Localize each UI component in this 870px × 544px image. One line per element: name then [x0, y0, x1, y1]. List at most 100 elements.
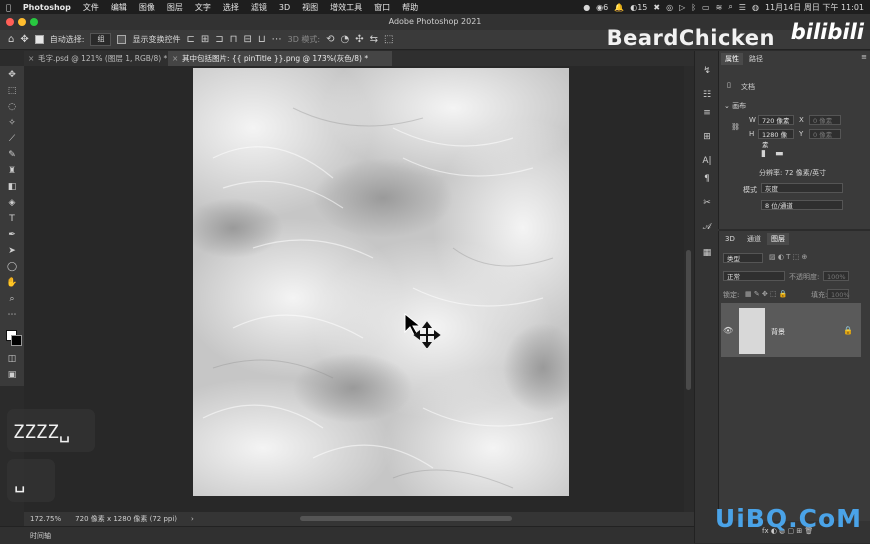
x-field[interactable]: 0 像素: [809, 115, 841, 125]
menu-select[interactable]: 选择: [217, 2, 245, 13]
lock-icon[interactable]: 🔒: [843, 326, 853, 335]
menu-help[interactable]: 帮助: [396, 2, 424, 13]
link-icon[interactable]: ⛓: [731, 123, 740, 131]
tab-properties[interactable]: 属性: [721, 53, 743, 65]
history-icon[interactable]: ↯: [700, 65, 714, 77]
layer-name[interactable]: 背景: [771, 327, 785, 337]
zoom-level[interactable]: 172.75%: [30, 515, 61, 523]
tools-icon[interactable]: ✂: [700, 197, 714, 209]
glyphs-icon[interactable]: 𝒜: [700, 221, 714, 233]
magic-wand-icon[interactable]: ✧: [4, 117, 20, 130]
pen-tool-icon[interactable]: ✒: [4, 229, 20, 242]
align-left-icon[interactable]: ⊏: [186, 34, 194, 45]
layer-filter-dropdown[interactable]: 类型: [723, 253, 763, 263]
menu-layer[interactable]: 图层: [161, 2, 189, 13]
document-info[interactable]: 720 像素 x 1280 像素 (72 ppi): [75, 514, 177, 524]
width-field[interactable]: 720 像素: [758, 115, 794, 125]
tab-3d[interactable]: 3D: [721, 233, 739, 245]
fill-field[interactable]: 100%: [827, 289, 850, 299]
menu-window[interactable]: 窗口: [368, 2, 396, 13]
play-icon[interactable]: ▷: [679, 3, 685, 12]
status-arrow-icon[interactable]: ›: [191, 515, 194, 523]
close-tab-icon[interactable]: ×: [172, 51, 178, 66]
align-center-icon[interactable]: ⊞: [201, 34, 209, 45]
status-indicator-2[interactable]: ◐15: [630, 3, 647, 12]
roll-icon[interactable]: ◔: [341, 34, 350, 45]
eye-icon[interactable]: 👁: [723, 326, 733, 335]
move-tool-icon[interactable]: ✥: [20, 34, 28, 45]
y-field[interactable]: 0 像素: [809, 129, 841, 139]
panel-menu-icon[interactable]: ≡: [861, 53, 867, 61]
stamp-tool-icon[interactable]: ♜: [4, 165, 20, 178]
status-indicator-1[interactable]: ◉6: [596, 3, 608, 12]
marquee-tool-icon[interactable]: ⬚: [4, 85, 20, 98]
align-right-icon[interactable]: ⊐: [215, 34, 223, 45]
lasso-tool-icon[interactable]: ◌: [4, 101, 20, 114]
zoom-tool-icon[interactable]: ⌕: [4, 293, 20, 306]
hand-tool-icon[interactable]: ✋: [4, 277, 20, 290]
paint-bucket-icon[interactable]: ◈: [4, 197, 20, 210]
align-bottom-icon[interactable]: ⊔: [258, 34, 266, 45]
pan-icon[interactable]: ✣: [355, 34, 363, 45]
auto-select-checkbox[interactable]: [34, 35, 44, 44]
canvas-section-header[interactable]: ⌄ 画布: [724, 101, 746, 111]
close-tab-icon[interactable]: ×: [28, 51, 34, 66]
circle-icon[interactable]: ◎: [666, 3, 673, 12]
show-transform-checkbox[interactable]: [117, 35, 127, 44]
menu-app-name[interactable]: Photoshop: [17, 3, 77, 12]
apple-icon[interactable]: : [0, 3, 17, 12]
ellipse-tool-icon[interactable]: ◯: [4, 261, 20, 274]
path-select-icon[interactable]: ➤: [4, 245, 20, 258]
brush-tool-icon[interactable]: ✎: [4, 149, 20, 162]
timeline-panel[interactable]: 时间轴: [0, 526, 694, 544]
screen-mode-icon[interactable]: ▣: [4, 369, 20, 382]
opacity-field[interactable]: 100%: [823, 271, 849, 281]
home-icon[interactable]: ⌂: [8, 34, 14, 45]
menu-plugins[interactable]: 增效工具: [324, 2, 368, 13]
paragraph-icon[interactable]: ¶: [700, 173, 714, 185]
more-tools-icon[interactable]: ⋯: [4, 309, 20, 322]
wifi-icon[interactable]: ≋: [716, 3, 723, 12]
landscape-icon[interactable]: ▬: [775, 149, 784, 159]
lock-icons[interactable]: ▦ ✎ ✥ ⬚ 🔒: [745, 290, 788, 298]
eyedropper-icon[interactable]: ⟋: [4, 133, 20, 146]
menu-type[interactable]: 文字: [189, 2, 217, 13]
menu-filter[interactable]: 滤镜: [245, 2, 273, 13]
slide-icon[interactable]: ⇆: [370, 34, 378, 45]
battery-icon[interactable]: ▭: [702, 3, 710, 12]
menu-file[interactable]: 文件: [77, 2, 105, 13]
depth-dropdown[interactable]: 8 位/通道: [761, 200, 843, 210]
eraser-tool-icon[interactable]: ◧: [4, 181, 20, 194]
app-icon[interactable]: ✖: [653, 3, 660, 12]
tab-document-1[interactable]: × 毛字.psd @ 121% (图层 1, RGB/8) *: [24, 51, 178, 66]
color-swatches-icon[interactable]: [4, 324, 22, 346]
character-icon[interactable]: A|: [700, 155, 714, 167]
scale-icon[interactable]: ⬚: [384, 34, 393, 45]
auto-select-dropdown[interactable]: 组: [90, 33, 112, 46]
quick-mask-icon[interactable]: ◫: [4, 353, 20, 366]
type-tool-icon[interactable]: T: [4, 213, 20, 226]
vertical-scroll-thumb[interactable]: [686, 250, 691, 390]
filter-icons[interactable]: ▨ ◐ T ⬚ ⊕: [769, 253, 807, 261]
orbit-icon[interactable]: ⟲: [326, 34, 334, 45]
menu-image[interactable]: 图像: [133, 2, 161, 13]
adjustments-icon[interactable]: ☷: [700, 89, 714, 101]
menu-view[interactable]: 视图: [296, 2, 324, 13]
grid-icon[interactable]: ▦: [700, 247, 714, 259]
tab-document-2[interactable]: × 其中包括图片: {{ pinTitle }}.png @ 173%(灰色/8)…: [168, 51, 392, 66]
align-top-icon[interactable]: ⊓: [230, 34, 238, 45]
horizontal-scroll-thumb[interactable]: [300, 516, 512, 521]
clock[interactable]: 11月14日 周日 下午 11:01: [765, 2, 864, 13]
menu-3d[interactable]: 3D: [273, 3, 296, 12]
search-icon[interactable]: ⌕: [728, 2, 732, 12]
properties-icon[interactable]: ≡: [700, 107, 714, 119]
document-image[interactable]: [193, 68, 569, 496]
tab-channels[interactable]: 通道: [743, 233, 765, 245]
tab-layers[interactable]: 图层: [767, 233, 789, 245]
tab-paths[interactable]: 路径: [745, 53, 767, 65]
move-tool-icon[interactable]: ✥: [4, 69, 20, 82]
blend-mode-dropdown[interactable]: 正常: [723, 271, 785, 281]
bell-icon[interactable]: 🔔: [614, 3, 624, 12]
mode-dropdown[interactable]: 灰度: [761, 183, 843, 193]
more-options-icon[interactable]: ⋯: [272, 34, 282, 45]
